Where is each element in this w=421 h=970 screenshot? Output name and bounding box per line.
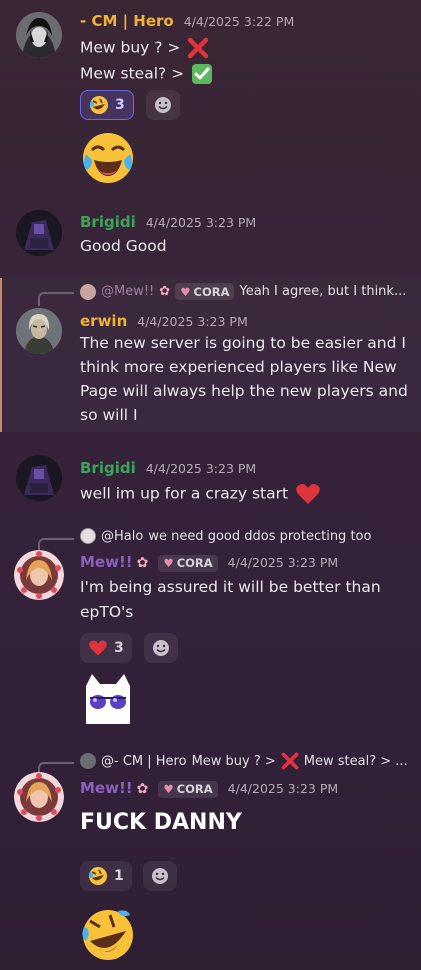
reply-text: we need good ddos protecting too	[148, 528, 372, 544]
timestamp: 4/4/2025 3:23 PM	[137, 314, 248, 329]
add-reaction-button[interactable]	[144, 633, 178, 663]
reaction-count: 3	[115, 97, 125, 113]
avatar[interactable]	[14, 550, 64, 600]
cat-sunglasses-sticker	[86, 674, 130, 724]
red-heart-icon	[89, 640, 107, 656]
smiley-add-icon	[152, 868, 168, 884]
cross-mark-icon	[281, 752, 299, 770]
rolling-laughing-icon	[89, 867, 107, 885]
reply-text: Yeah I agree, but I think...	[239, 284, 407, 299]
joy-emoji-icon	[83, 133, 133, 183]
reaction-laughing[interactable]: 3	[80, 90, 134, 120]
red-heart-icon	[296, 484, 320, 504]
message-line: well im up for a crazy start	[80, 482, 321, 506]
timestamp: 4/4/2025 3:23 PM	[227, 555, 339, 570]
cross-mark-icon	[188, 37, 209, 59]
add-reaction-button[interactable]	[143, 861, 177, 891]
message-line: FUCK DANNY	[80, 810, 242, 835]
message-line: I'm being assured it will be better than	[80, 578, 381, 596]
avatar[interactable]	[16, 455, 62, 501]
username[interactable]: erwin	[80, 312, 127, 330]
reply-avatar	[80, 753, 96, 769]
timestamp: 4/4/2025 3:23 PM	[145, 215, 257, 230]
message-line: epTO's	[80, 603, 134, 621]
message-line: Mew buy ? >	[80, 37, 209, 59]
smiley-add-icon	[155, 97, 171, 113]
reply-preview[interactable]: @Mew!! ✿ ♥ CORA Yeah I agree, but I think…	[80, 283, 406, 300]
reaction-heart[interactable]: 3	[80, 633, 132, 663]
avatar[interactable]	[16, 308, 62, 354]
username[interactable]: Mew!!	[80, 553, 133, 571]
username[interactable]: Mew!!	[80, 779, 133, 797]
cherry-blossom-icon: ✿	[159, 284, 171, 299]
username[interactable]: Brigidi	[80, 213, 136, 231]
message-line: The new server is going to be easier and…	[80, 334, 406, 352]
add-reaction-button[interactable]	[146, 90, 180, 120]
message-line: so will I	[80, 406, 138, 424]
timestamp: 4/4/2025 3:23 PM	[227, 781, 339, 796]
reply-author: @Mew!!	[101, 284, 155, 299]
reply-author: @Halo	[101, 528, 144, 544]
cherry-blossom-icon: ✿	[136, 781, 149, 797]
timestamp: 4/4/2025 3:22 PM	[183, 14, 295, 29]
reply-avatar	[80, 283, 96, 300]
rolling-on-floor-laughing-icon	[82, 910, 133, 960]
reaction-laughing[interactable]: 1	[80, 861, 132, 891]
server-tag: ♥ CORA	[158, 554, 218, 572]
reaction-count: 3	[114, 640, 124, 656]
chat-log: - CM | Hero 4/4/2025 3:22 PM Mew buy ? >…	[0, 0, 421, 970]
server-tag: ♥ CORA	[158, 780, 218, 798]
reaction-count: 1	[114, 868, 124, 884]
message-line: Page will always help the new players an…	[80, 382, 408, 400]
username[interactable]: - CM | Hero	[80, 12, 174, 30]
reply-text: Mew steal? > ...	[303, 753, 408, 769]
server-tag: ♥ CORA	[175, 283, 235, 300]
username[interactable]: Brigidi	[80, 459, 136, 477]
message-line: Good Good	[80, 237, 167, 255]
avatar[interactable]	[16, 210, 62, 256]
timestamp: 4/4/2025 3:23 PM	[145, 461, 257, 476]
check-mark-button-icon	[192, 64, 213, 84]
message-line: think more experienced players like New	[80, 358, 397, 376]
rolling-laughing-icon	[90, 96, 108, 114]
avatar[interactable]	[14, 772, 64, 822]
reply-text: Mew buy ? >	[191, 753, 276, 769]
reply-author: @- CM | Hero	[101, 753, 187, 769]
reply-connector	[38, 292, 74, 306]
avatar[interactable]	[16, 12, 62, 58]
smiley-add-icon	[153, 640, 169, 656]
reply-preview[interactable]: @Halo we need good ddos protecting too	[80, 528, 371, 544]
reply-avatar	[80, 528, 96, 544]
reply-preview[interactable]: @- CM | Hero Mew buy ? > Mew steal? > ..…	[80, 752, 408, 770]
message-line: Mew steal? >	[80, 63, 213, 85]
cherry-blossom-icon: ✿	[136, 555, 149, 571]
